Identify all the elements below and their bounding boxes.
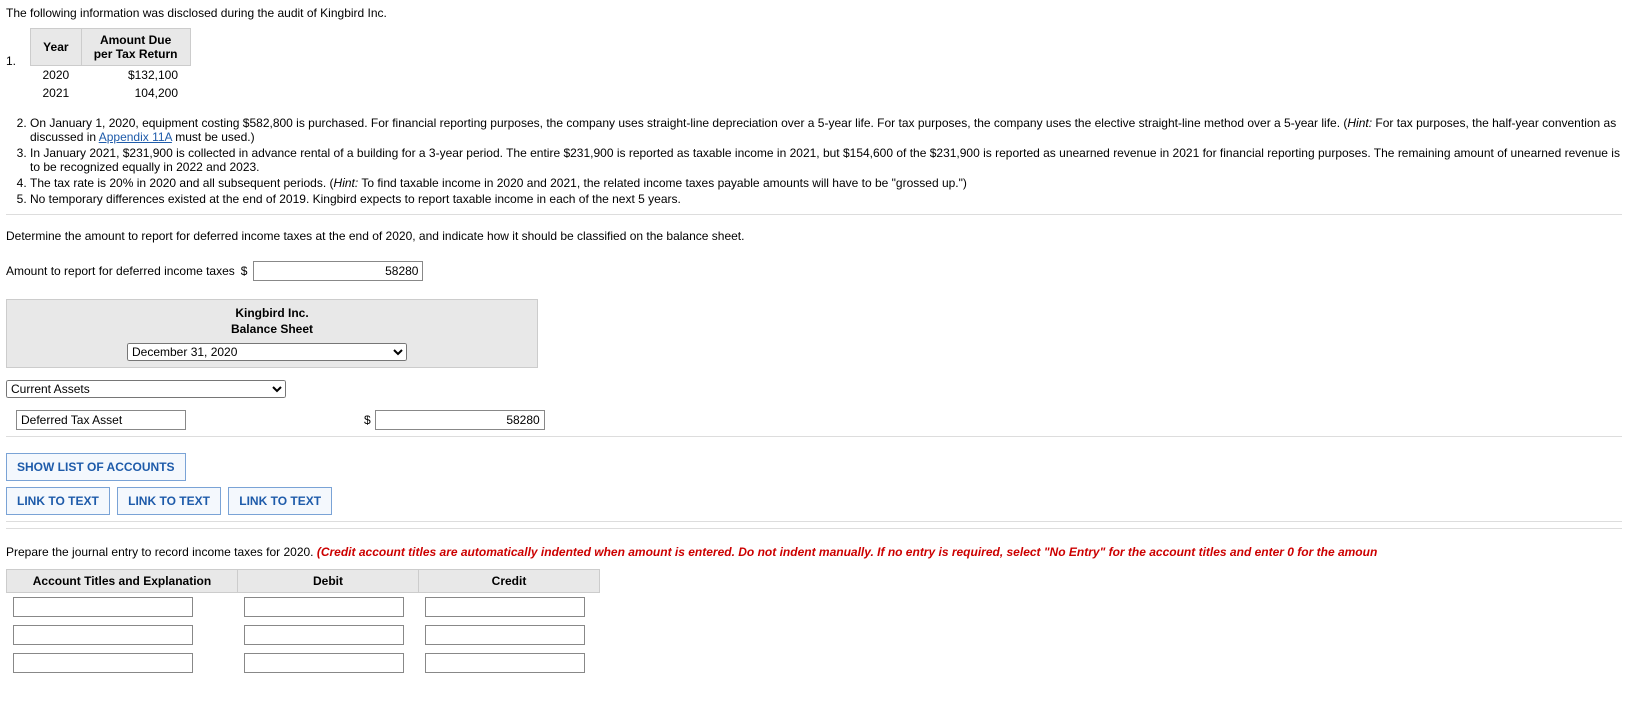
col-amount: Amount Due per Tax Return — [81, 29, 190, 66]
company-name: Kingbird Inc. — [7, 306, 537, 322]
balance-sheet-header: Kingbird Inc. Balance Sheet December 31,… — [6, 299, 538, 368]
table-row — [7, 621, 600, 649]
tax-due-table: Year Amount Due per Tax Return 2020 $132… — [30, 28, 191, 102]
table-row — [7, 649, 600, 677]
account-title-input[interactable] — [13, 597, 193, 617]
journal-entry-table: Account Titles and Explanation Debit Cre… — [6, 569, 600, 677]
statement-title: Balance Sheet — [7, 322, 537, 338]
debit-input[interactable] — [244, 653, 404, 673]
col-credit: Credit — [419, 570, 600, 593]
list-item: In January 2021, $231,900 is collected i… — [30, 146, 1622, 174]
col-year: Year — [31, 29, 82, 66]
appendix-link[interactable]: Appendix 11A — [99, 130, 172, 144]
divider — [6, 436, 1622, 437]
table-row: 2020 $132,100 — [31, 66, 191, 85]
account-name-input[interactable] — [16, 410, 186, 430]
divider — [6, 521, 1622, 522]
divider — [6, 528, 1622, 529]
list-item: No temporary differences existed at the … — [30, 192, 1622, 206]
col-account: Account Titles and Explanation — [7, 570, 238, 593]
list-item: On January 1, 2020, equipment costing $5… — [30, 116, 1622, 144]
credit-input[interactable] — [425, 653, 585, 673]
show-accounts-button[interactable]: SHOW LIST OF ACCOUNTS — [6, 453, 186, 481]
account-title-input[interactable] — [13, 625, 193, 645]
credit-input[interactable] — [425, 625, 585, 645]
intro-text: The following information was disclosed … — [6, 6, 1622, 20]
item1-number: 1. — [6, 28, 30, 68]
divider — [6, 214, 1622, 215]
credit-input[interactable] — [425, 597, 585, 617]
dollar-sign: $ — [364, 413, 371, 427]
link-to-text-button[interactable]: LINK TO TEXT — [228, 487, 332, 515]
account-title-input[interactable] — [13, 653, 193, 673]
link-to-text-button[interactable]: LINK TO TEXT — [6, 487, 110, 515]
debit-input[interactable] — [244, 625, 404, 645]
debit-input[interactable] — [244, 597, 404, 617]
dollar-sign: $ — [241, 264, 248, 278]
table-row: 2021 104,200 — [31, 84, 191, 102]
date-select[interactable]: December 31, 2020 — [127, 343, 407, 361]
list-item: The tax rate is 20% in 2020 and all subs… — [30, 176, 1622, 190]
deferred-tax-amount-input[interactable] — [253, 261, 423, 281]
table-row — [7, 593, 600, 622]
section-select[interactable]: Current Assets — [6, 380, 286, 398]
amount-label: Amount to report for deferred income tax… — [6, 264, 235, 278]
question-text: Determine the amount to report for defer… — [6, 229, 1622, 243]
info-list: On January 1, 2020, equipment costing $5… — [6, 116, 1622, 206]
col-debit: Debit — [238, 570, 419, 593]
journal-entry-instruction: Prepare the journal entry to record inco… — [6, 545, 1622, 559]
account-amount-input[interactable] — [375, 410, 545, 430]
link-to-text-button[interactable]: LINK TO TEXT — [117, 487, 221, 515]
